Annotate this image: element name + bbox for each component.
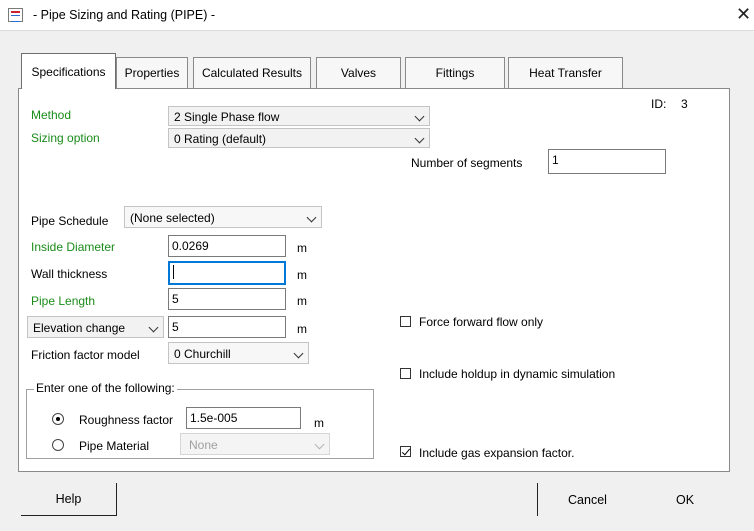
gas-expansion-checkbox[interactable] xyxy=(400,446,411,457)
help-button[interactable]: Help xyxy=(21,483,117,516)
elevation-selector[interactable]: Elevation change xyxy=(27,316,164,338)
num-segments-value: 1 xyxy=(552,153,559,167)
tab-valves[interactable]: Valves xyxy=(316,57,401,88)
id-label: ID: xyxy=(651,97,667,111)
tab-fittings[interactable]: Fittings xyxy=(405,57,505,88)
ok-button[interactable]: OK xyxy=(640,483,730,516)
chevron-down-icon xyxy=(148,322,159,333)
tab-calculated-results[interactable]: Calculated Results xyxy=(193,57,311,88)
sizing-option-dropdown[interactable]: 0 Rating (default) xyxy=(168,128,430,148)
tab-properties[interactable]: Properties xyxy=(116,57,188,88)
friction-model-label: Friction factor model xyxy=(31,348,140,362)
friction-model-dropdown[interactable]: 0 Churchill xyxy=(168,342,309,364)
groupbox-title: Enter one of the following: xyxy=(34,381,177,395)
inside-diameter-input[interactable]: 0.0269 xyxy=(168,235,286,257)
roughness-unit: m xyxy=(314,416,324,430)
elevation-selector-value: Elevation change xyxy=(33,321,126,335)
wall-thickness-label: Wall thickness xyxy=(31,267,108,281)
wall-thickness-input[interactable] xyxy=(168,261,286,285)
roughness-label: Roughness factor xyxy=(79,413,174,427)
roughness-value: 1.5e-005 xyxy=(190,411,238,425)
friction-model-value: 0 Churchill xyxy=(174,347,231,361)
force-forward-checkbox[interactable] xyxy=(400,316,411,327)
tab-specifications[interactable]: Specifications xyxy=(21,53,116,89)
tab-label: Heat Transfer xyxy=(529,66,602,80)
window-title: - Pipe Sizing and Rating (PIPE) - xyxy=(33,8,216,22)
pipe-length-value: 5 xyxy=(172,292,179,306)
app-document-icon xyxy=(8,8,23,22)
cancel-button[interactable]: Cancel xyxy=(537,483,637,516)
pipe-schedule-label: Pipe Schedule xyxy=(31,214,109,228)
method-dropdown[interactable]: 2 Single Phase flow xyxy=(168,106,430,126)
roughness-radio[interactable] xyxy=(52,413,64,425)
checkmark-icon xyxy=(401,446,411,456)
pipe-schedule-dropdown[interactable]: (None selected) xyxy=(124,206,322,228)
pipe-length-unit: m xyxy=(297,294,307,308)
radio-selected-dot xyxy=(56,417,60,421)
pipe-length-input[interactable]: 5 xyxy=(168,288,286,310)
include-holdup-label: Include holdup in dynamic simulation xyxy=(419,367,616,381)
pipe-length-label: Pipe Length xyxy=(31,294,96,308)
roughness-input[interactable]: 1.5e-005 xyxy=(186,407,301,429)
inside-diameter-unit: m xyxy=(297,241,307,255)
chevron-down-icon xyxy=(414,133,425,144)
text-caret xyxy=(173,265,174,279)
method-value: 2 Single Phase flow xyxy=(174,110,280,124)
sizing-option-value: 0 Rating (default) xyxy=(174,132,267,146)
gas-expansion-label: Include gas expansion factor. xyxy=(419,446,575,460)
elevation-input[interactable]: 5 xyxy=(168,316,286,338)
force-forward-label: Force forward flow only xyxy=(419,315,544,329)
elevation-unit: m xyxy=(297,322,307,336)
inside-diameter-value: 0.0269 xyxy=(172,239,209,253)
tab-label: Calculated Results xyxy=(201,66,303,80)
num-segments-input[interactable]: 1 xyxy=(548,149,666,174)
num-segments-label: Number of segments xyxy=(411,156,523,170)
pipe-material-dropdown[interactable]: None xyxy=(180,433,330,455)
sizing-option-label: Sizing option xyxy=(31,131,100,145)
pipe-schedule-value: (None selected) xyxy=(130,211,215,225)
tab-label: Fittings xyxy=(435,66,475,80)
chevron-down-icon xyxy=(306,212,317,223)
inside-diameter-label: Inside Diameter xyxy=(31,240,116,254)
include-holdup-checkbox[interactable] xyxy=(400,368,411,379)
chevron-down-icon xyxy=(293,348,304,359)
elevation-value: 5 xyxy=(172,320,179,334)
method-label: Method xyxy=(31,108,72,122)
tab-label: Properties xyxy=(124,66,180,80)
pipe-material-radio[interactable] xyxy=(52,439,64,451)
chevron-down-icon xyxy=(314,439,325,450)
pipe-material-value: None xyxy=(189,438,218,452)
close-icon[interactable]: ✕ xyxy=(736,4,751,24)
pipe-material-label: Pipe Material xyxy=(79,439,150,453)
chevron-down-icon xyxy=(414,111,425,122)
id-value: 3 xyxy=(681,97,688,111)
tab-label: Valves xyxy=(340,66,377,80)
wall-thickness-unit: m xyxy=(297,268,307,282)
tab-label: Specifications xyxy=(31,64,106,79)
tab-heat-transfer[interactable]: Heat Transfer xyxy=(508,57,623,88)
